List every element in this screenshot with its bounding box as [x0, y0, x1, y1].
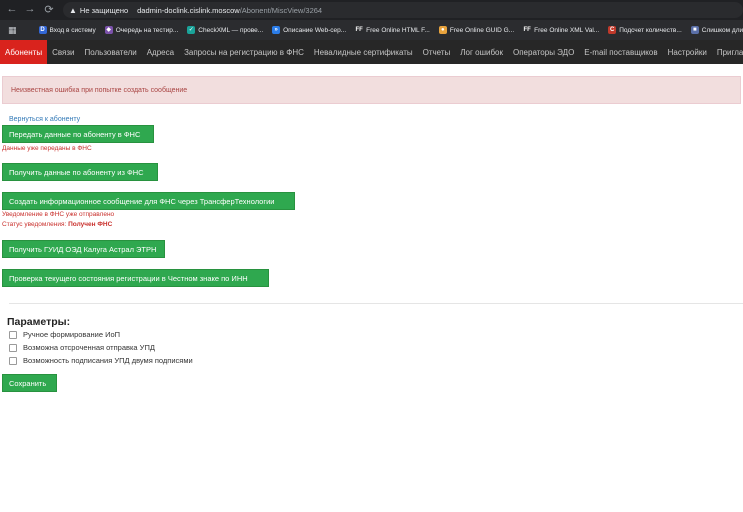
nav-tab[interactable]: Пользователи — [79, 40, 141, 64]
nav-tab[interactable]: E-mail поставщиков — [579, 40, 662, 64]
bookmark-label: Free Online HTML F... — [366, 26, 430, 34]
check-registration-button[interactable]: Проверка текущего состояния регистрации … — [2, 269, 269, 287]
app-nav: Абоненты Связи Пользователи Адреса Запросы н… — [0, 40, 743, 64]
bookmark-label: CheckXML — прове... — [198, 26, 264, 34]
section-divider — [9, 303, 743, 304]
option-manual-iop[interactable]: Ручное формирование ИоП — [9, 330, 120, 339]
send-to-fns-button[interactable]: Передать данные по абоненту в ФНС — [2, 125, 154, 143]
bookmark-label: Free Online XML Val... — [534, 26, 600, 34]
checkbox[interactable] — [9, 343, 17, 352]
status-label: Статус уведомления: — [2, 221, 67, 228]
option-dual-signature[interactable]: Возможность подписания УПД двумя подпися… — [9, 356, 193, 365]
bookmark-label: Подсчет количеств... — [619, 26, 682, 34]
warning-icon[interactable]: ▲ — [69, 6, 77, 15]
url-host: dadmin-doclink.cislink.moscow — [137, 5, 240, 15]
bookmark-item[interactable]: FF Free Online XML Val... — [523, 26, 599, 34]
bookmark-item[interactable]: ◆ Очередь на тестир... — [104, 26, 179, 34]
notice-status: Статус уведомления: Получен ФНС — [2, 221, 112, 228]
nav-tab[interactable]: Абоненты — [0, 40, 48, 64]
nav-tab[interactable]: Пригла — [712, 40, 743, 64]
nav-tab[interactable]: Настройки — [663, 40, 712, 64]
forward-icon[interactable]: → — [22, 3, 38, 15]
back-to-abonent-link[interactable]: Вернуться к абоненту — [9, 116, 80, 123]
bookmark-item[interactable]: ■Слишком длинны... — [690, 26, 743, 34]
bookmark-icon: C — [608, 26, 617, 34]
get-from-fns-button[interactable]: Получить данные по абоненту из ФНС — [2, 163, 158, 181]
nav-tab[interactable]: Запросы на регистрацию в ФНС — [179, 40, 309, 64]
error-alert: Неизвестная ошибка при попытке создать с… — [2, 76, 741, 104]
bookmark-icon: ✓ — [187, 26, 196, 34]
bookmark-item[interactable]: D Вход в систему — [38, 26, 96, 34]
bookmark-icon: ● — [438, 26, 447, 34]
not-secure-label[interactable]: Не защищено — [80, 6, 128, 15]
nav-tab[interactable]: Лог ошибок — [455, 40, 508, 64]
nav-tab[interactable]: Операторы ЭДО — [508, 40, 579, 64]
bookmark-item[interactable]: ✓ CheckXML — прове... — [187, 26, 263, 34]
back-icon[interactable]: ← — [4, 3, 20, 15]
url-path: /Abonent/MiscView/3264 — [239, 5, 323, 15]
bookmark-item[interactable]: » Описание Web-сер... — [272, 26, 346, 34]
nav-tab[interactable]: Адреса — [142, 40, 179, 64]
save-button[interactable]: Сохранить — [2, 374, 57, 392]
notice-sent-note: Уведомление в ФНС уже отправлено — [2, 211, 115, 218]
bookmark-item[interactable]: C Подсчет количеств... — [608, 26, 682, 34]
option-label: Возможность подписания УПД двумя подпися… — [23, 356, 193, 365]
nav-tab[interactable]: Невалидные сертификаты — [309, 40, 418, 64]
params-title: Параметры: — [7, 316, 71, 328]
browser-toolbar: ← → ⟳ ▲ Не защищено dadmin-doclink.cisli… — [0, 0, 743, 20]
error-alert-text: Неизвестная ошибка при попытке создать с… — [11, 86, 188, 94]
nav-tab[interactable]: Отчеты — [418, 40, 456, 64]
bookmark-label: Free Online GUID G... — [449, 26, 515, 34]
reload-icon[interactable]: ⟳ — [41, 3, 57, 16]
bookmark-item[interactable]: ● Free Online GUID G... — [438, 26, 515, 34]
option-deferred-upd[interactable]: Возможна отсроченная отправка УПД — [9, 343, 155, 352]
bookmarks-bar: ▦ D Вход в систему ◆ Очередь на тестир... ✓ C… — [0, 20, 743, 40]
checkbox[interactable] — [9, 356, 17, 365]
create-message-button[interactable]: Создать информационное сообщение для ФНС… — [2, 192, 295, 210]
bookmark-label: Очередь на тестир... — [115, 26, 179, 34]
bookmark-label: Слишком длинны... — [701, 26, 743, 34]
bookmark-label: Вход в систему — [49, 26, 96, 34]
bookmark-icon: D — [38, 26, 47, 34]
option-label: Ручное формирование ИоП — [23, 330, 121, 339]
bookmark-icon: ■ — [690, 26, 699, 34]
sent-note: Данные уже переданы в ФНС — [2, 145, 92, 152]
bookmark-icon: » — [272, 26, 281, 34]
bookmark-icon: FF — [523, 26, 532, 34]
get-guid-button[interactable]: Получить ГУИД ОЭД Калуга Астрал ЭТРН — [2, 240, 165, 258]
apps-grid-icon[interactable]: ▦ — [8, 25, 17, 36]
bookmark-label: Описание Web-сер... — [283, 26, 347, 34]
nav-tab[interactable]: Связи — [47, 40, 79, 64]
checkbox[interactable] — [9, 330, 17, 339]
bookmark-item[interactable]: FF Free Online HTML F... — [355, 26, 430, 34]
address-bar[interactable]: ▲ Не защищено dadmin-doclink.cislink.mos… — [63, 2, 743, 18]
bookmark-icon: ◆ — [104, 26, 113, 34]
status-value: Получен ФНС — [68, 221, 113, 228]
option-label: Возможна отсроченная отправка УПД — [23, 343, 155, 352]
bookmark-icon: FF — [355, 26, 364, 34]
